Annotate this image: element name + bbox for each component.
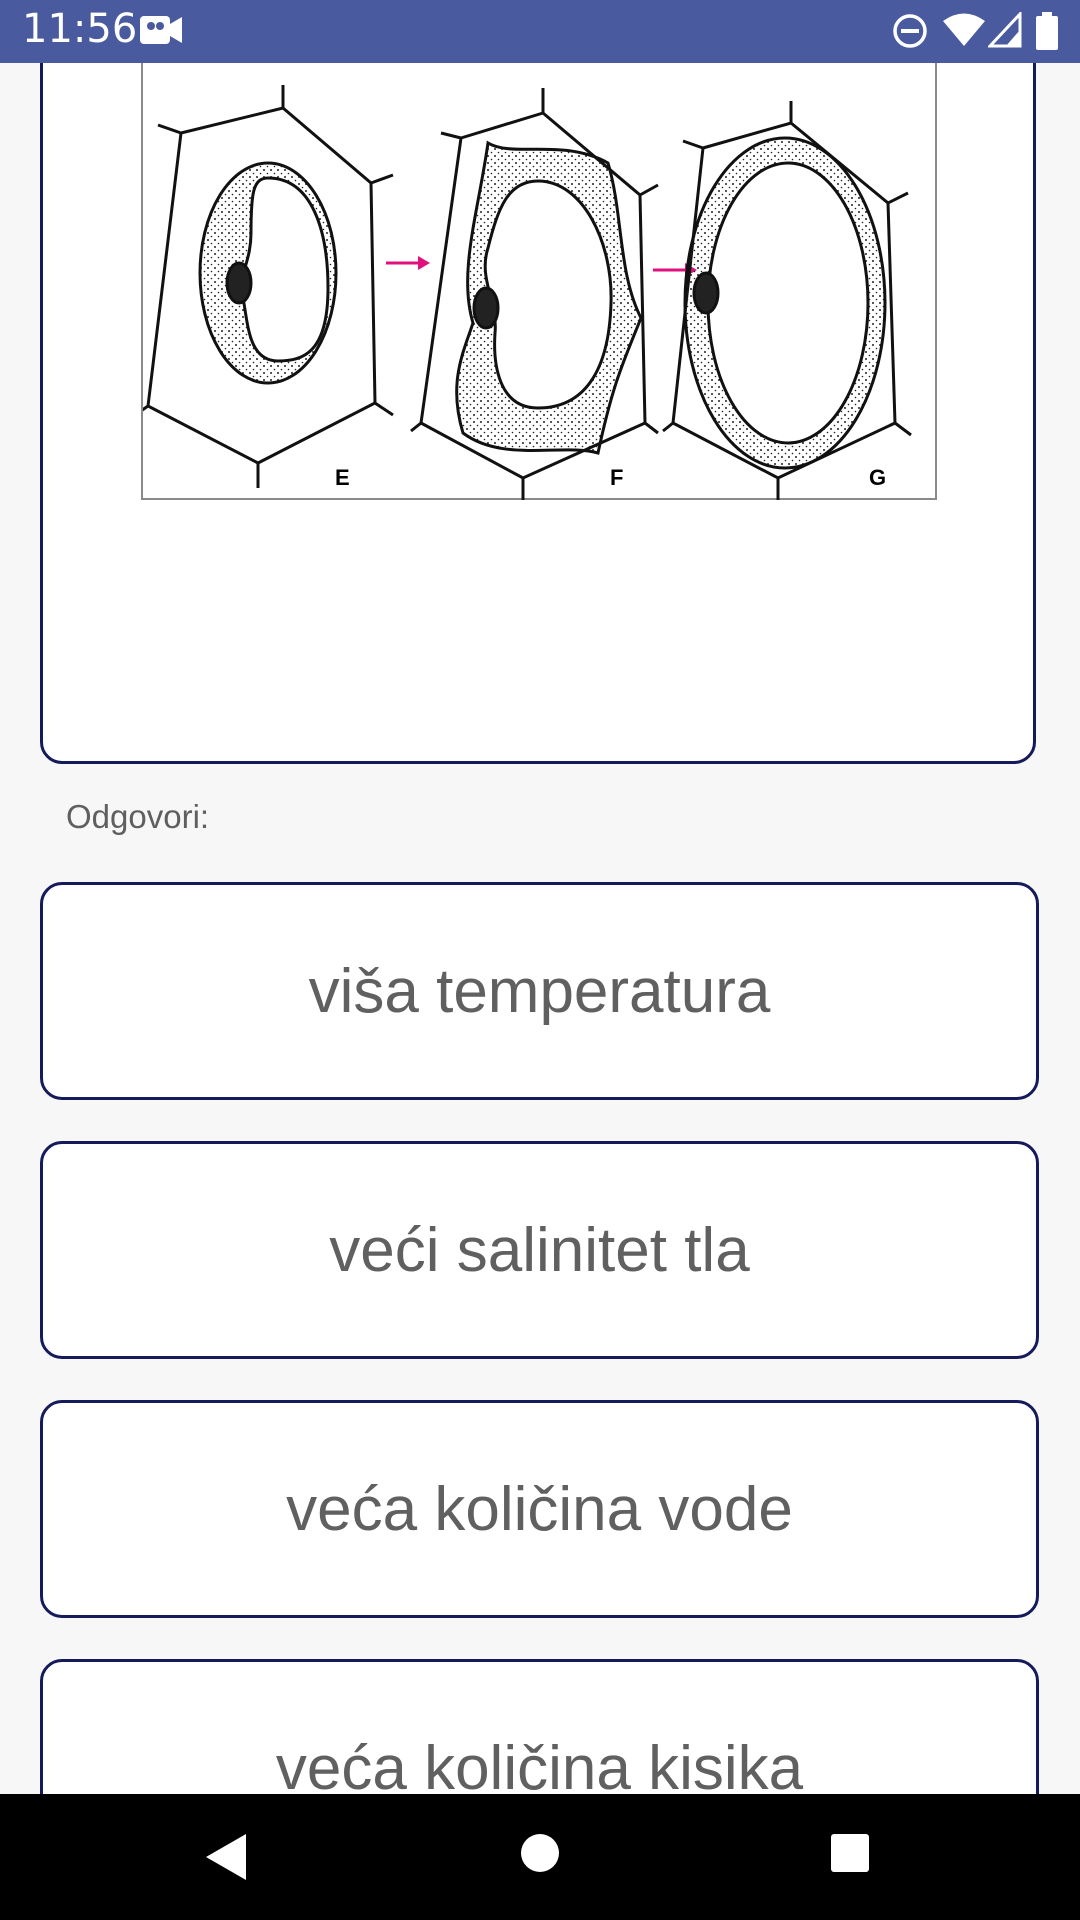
navigation-bar	[0, 1794, 1080, 1920]
plant-cell-diagram: E F G	[137, 85, 912, 500]
home-icon[interactable]	[519, 1832, 561, 1874]
arrow-e-f	[386, 256, 430, 270]
back-icon[interactable]	[204, 1832, 250, 1882]
label-f: F	[610, 465, 623, 490]
wifi-icon	[943, 13, 985, 46]
video-camera-icon	[140, 16, 182, 44]
label-g: G	[869, 465, 886, 490]
do-not-disturb-icon	[893, 14, 927, 48]
signal-icon	[988, 12, 1022, 48]
answers-heading: Odgovori:	[66, 798, 210, 835]
answer-option-4[interactable]: veća količina kisika	[40, 1659, 1039, 1794]
cell-f	[410, 88, 659, 500]
cell-plasmolysis-figure: E F G	[137, 63, 937, 500]
cell-e	[137, 85, 394, 488]
recents-icon[interactable]	[829, 1832, 871, 1874]
answer-option-2[interactable]: veći salinitet tla	[40, 1141, 1039, 1359]
answer-option-3[interactable]: veća količina vode	[40, 1400, 1039, 1618]
label-e: E	[335, 465, 350, 490]
status-time: 11:56	[22, 6, 138, 52]
content-scroll[interactable]: E F G Odgovori: viša temperatura veći sa…	[0, 63, 1080, 1794]
cell-g	[662, 101, 912, 500]
status-bar: 11:56	[0, 0, 1080, 63]
answer-option-1[interactable]: viša temperatura	[40, 882, 1039, 1100]
battery-icon	[1036, 12, 1058, 50]
